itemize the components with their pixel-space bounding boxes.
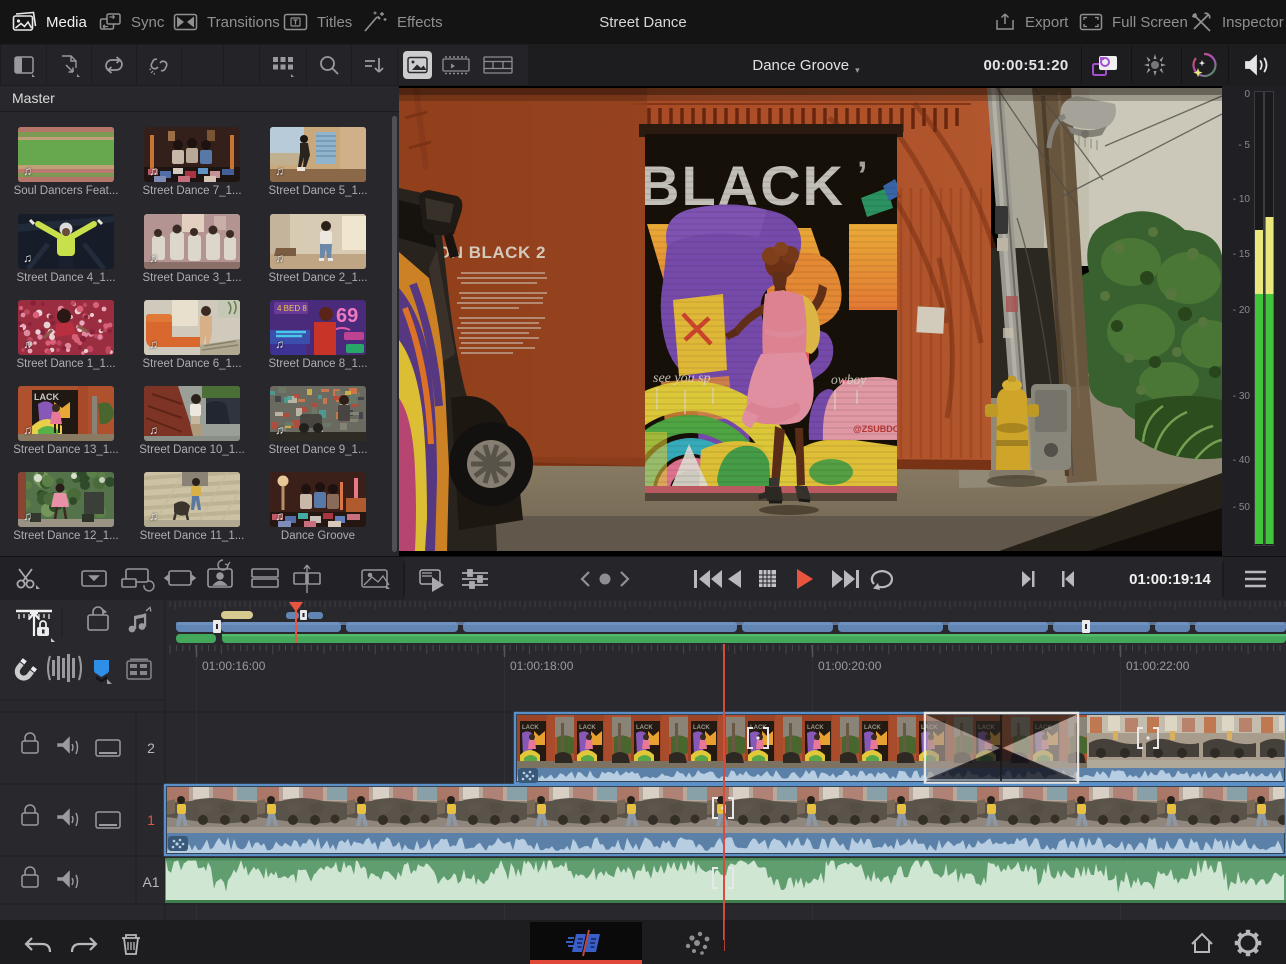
svg-text:- 15: - 15 [1233,249,1251,260]
svg-text:69: 69 [336,305,358,327]
svg-text:- 20: - 20 [1233,305,1251,316]
svg-text:4 BED 8: 4 BED 8 [277,304,307,313]
svg-text:- 30: - 30 [1233,391,1251,402]
svg-text:0: 0 [1244,89,1250,100]
svg-text:- 50: - 50 [1233,502,1251,513]
svg-text:- 10: - 10 [1233,194,1251,205]
svg-text:- 5: - 5 [1238,140,1250,151]
svg-text:- 40: - 40 [1233,455,1251,466]
svg-text:01:00:19:14: 01:00:19:14 [1129,571,1211,588]
svg-text:LACK: LACK [34,392,59,402]
